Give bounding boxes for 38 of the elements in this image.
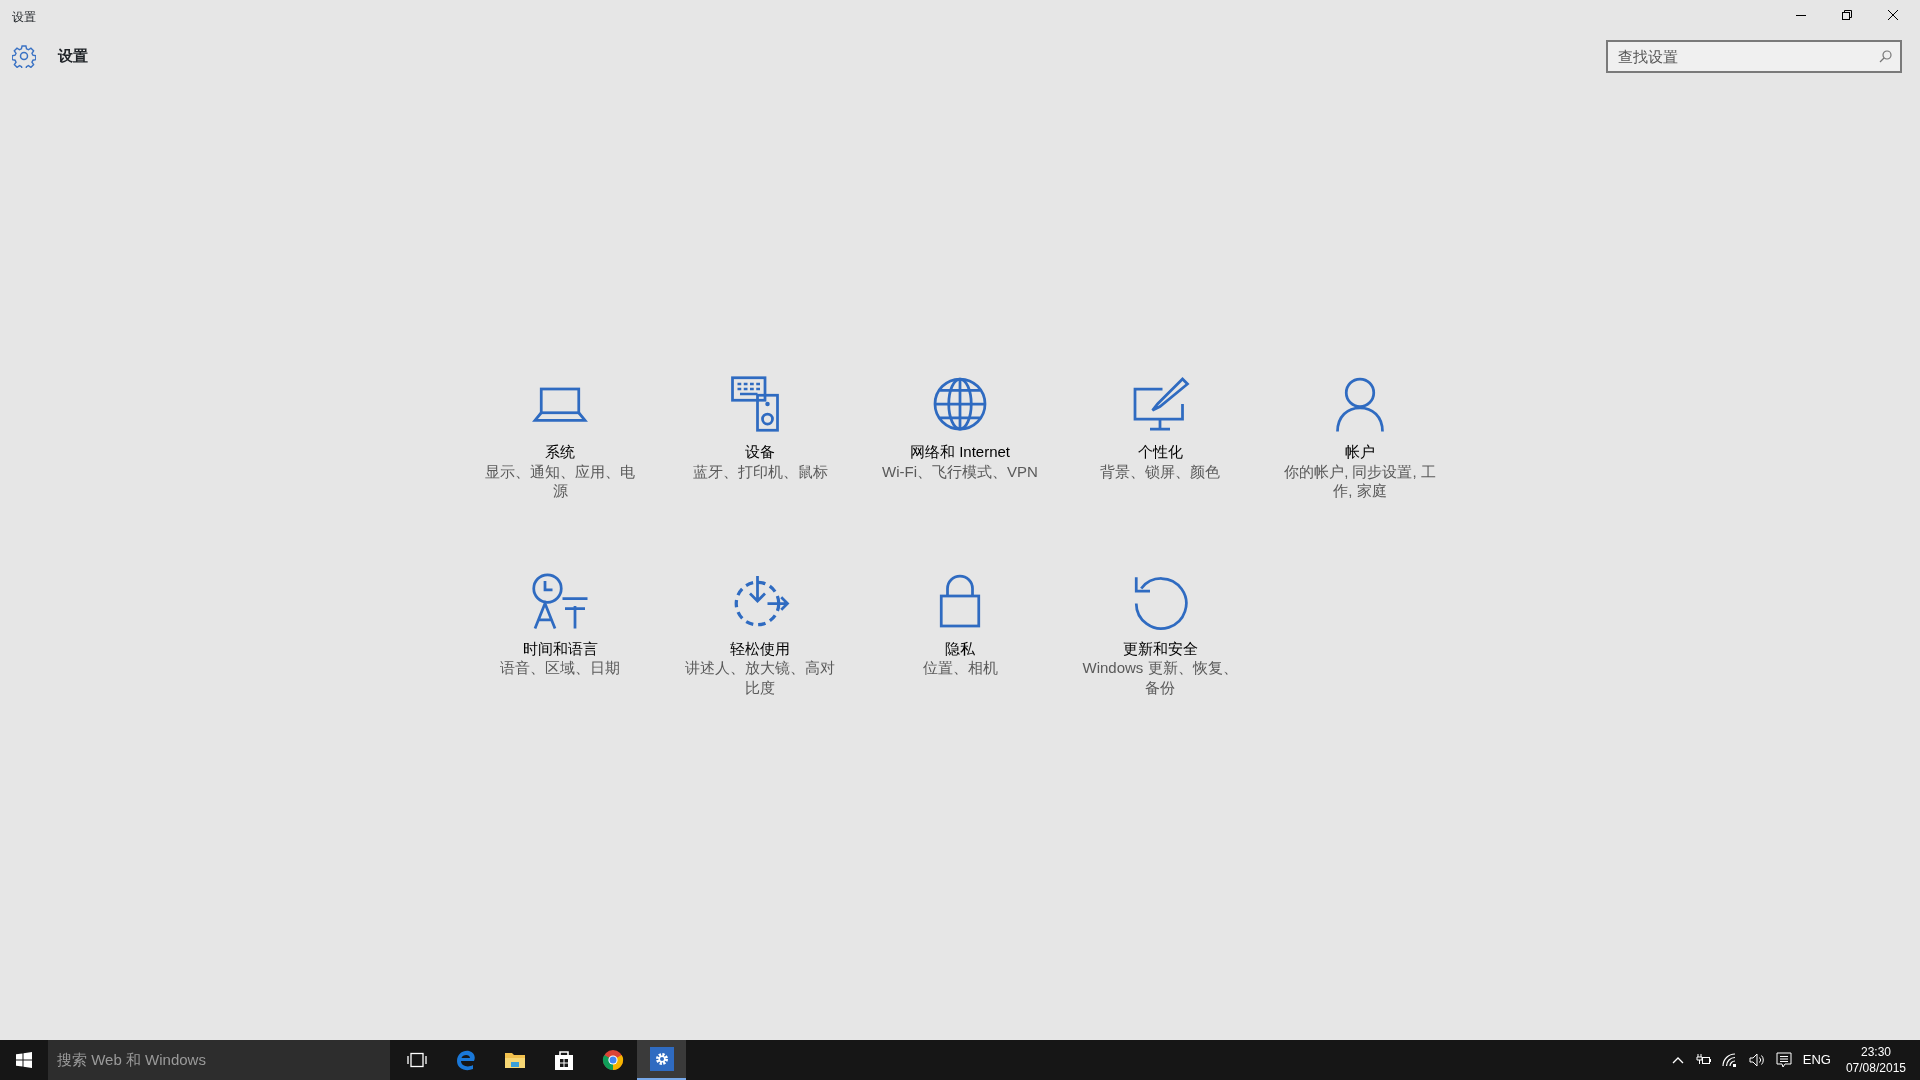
restore-icon xyxy=(1842,10,1852,20)
time-text: 23:30 xyxy=(1859,1043,1892,1060)
windows-logo-icon xyxy=(16,1052,32,1068)
caret-up-icon[interactable] xyxy=(1671,1056,1684,1064)
category-title[interactable]: 隐私 xyxy=(945,638,975,658)
notification-icon[interactable] xyxy=(1775,1052,1792,1068)
category-title[interactable]: 网络和 Internet xyxy=(909,442,1010,462)
category-description: 语音、区域、日期 xyxy=(500,658,620,678)
category-description: Windows 更新、恢复、备份 xyxy=(1081,658,1239,697)
category-title[interactable]: 时间和语言 xyxy=(522,638,598,658)
category-description: 显示、通知、应用、电源 xyxy=(484,461,636,501)
clock-language-icon[interactable] xyxy=(530,570,590,631)
date-text: 07/08/2015 xyxy=(1845,1060,1906,1077)
input-language[interactable]: ENG xyxy=(1802,1050,1831,1070)
close-icon xyxy=(1888,10,1898,20)
settings-icon xyxy=(12,44,36,68)
battery-plug-icon[interactable] xyxy=(1694,1054,1711,1066)
search-icon xyxy=(1879,49,1892,63)
category-title[interactable]: 帐户 xyxy=(1345,442,1375,462)
category-description: 位置、相机 xyxy=(922,658,998,678)
taskbar-search-field[interactable]: 搜索 Web 和 Windows xyxy=(48,1040,390,1080)
category-title[interactable]: 轻松使用 xyxy=(730,638,790,658)
category-title[interactable]: 个性化 xyxy=(1137,442,1183,462)
category-description: 你的帐户, 同步设置, 工作, 家庭 xyxy=(1283,461,1437,501)
category-title[interactable]: 系统 xyxy=(545,442,575,462)
speaker-icon[interactable] xyxy=(1748,1053,1765,1067)
clock[interactable]: 23:30 07/08/2015 xyxy=(1845,1043,1906,1077)
category-title[interactable]: 设备 xyxy=(745,442,775,462)
category-description: 讲述人、放大镜、高对比度 xyxy=(684,658,836,697)
category-title[interactable]: 更新和安全 xyxy=(1122,638,1198,658)
search-field[interactable]: 查找设置 xyxy=(1606,39,1902,73)
page-title: 设置 xyxy=(58,45,88,66)
window-title: 设置 xyxy=(11,9,37,26)
category-description: 蓝牙、打印机、鼠标 xyxy=(692,461,828,481)
wifi-icon[interactable] xyxy=(1721,1053,1738,1067)
category-description: 背景、锁屏、颜色 xyxy=(1100,461,1220,481)
settings-app-icon[interactable] xyxy=(637,1040,686,1080)
category-description: Wi-Fi、飞行模式、VPN xyxy=(882,461,1038,481)
